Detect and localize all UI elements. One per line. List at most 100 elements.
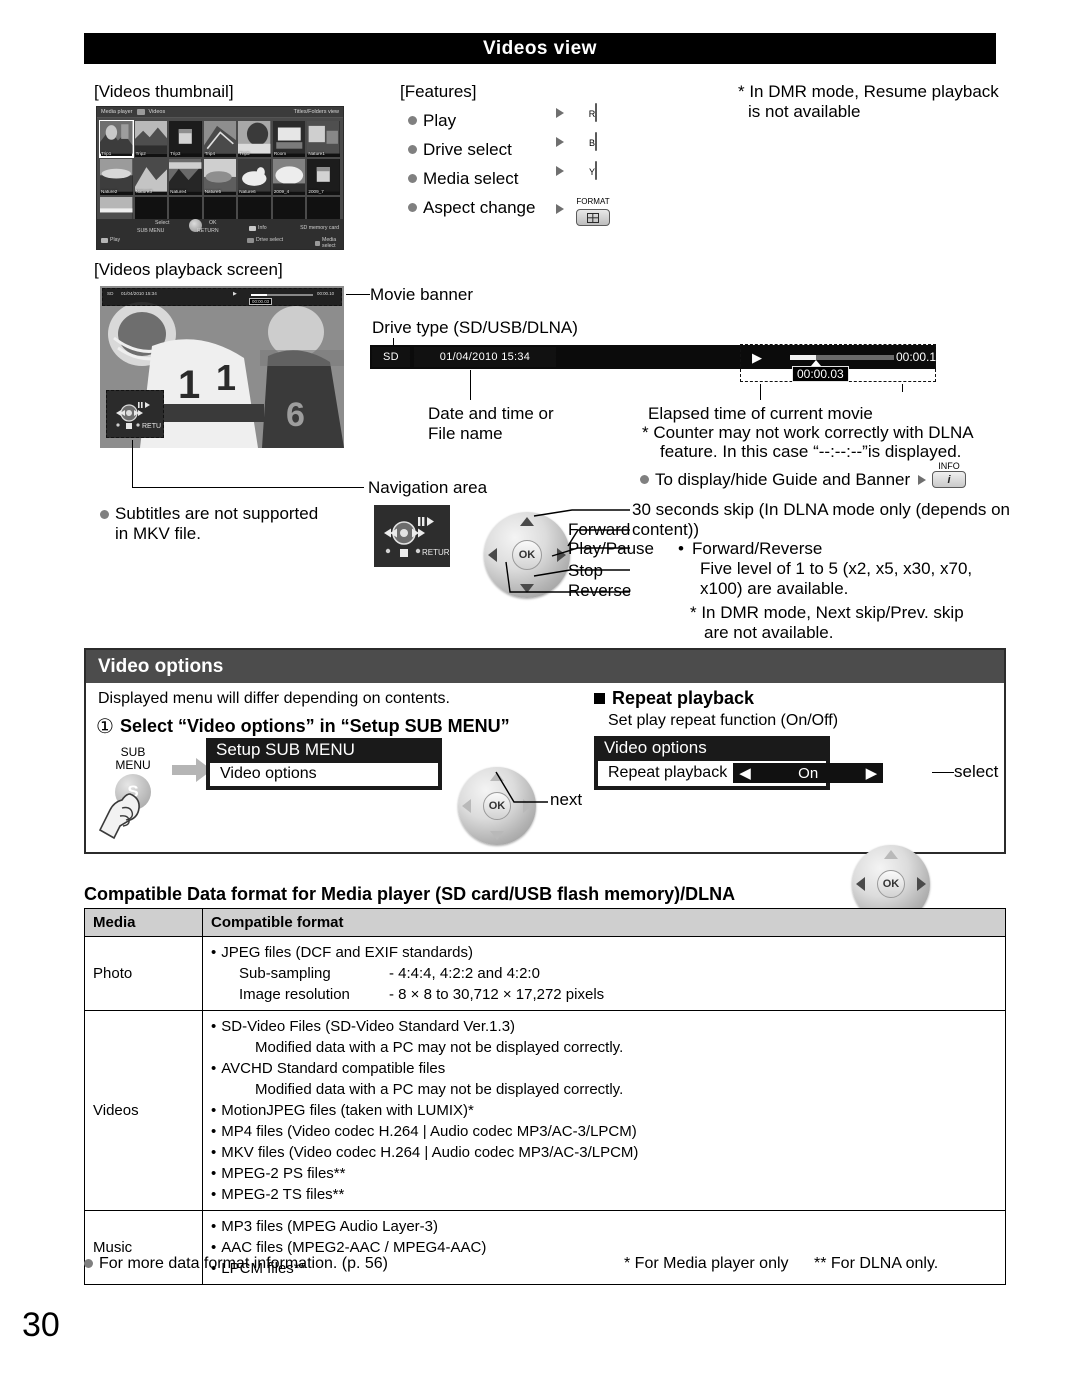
guide-media-label: SD memory card [300, 225, 339, 231]
feature-label: Media select [408, 169, 548, 189]
thumbnail-cell[interactable]: Nature5 [203, 159, 237, 195]
guide-media-select: Media select [315, 237, 343, 249]
format-line: • SD-Video Files (SD-Video Standard Ver.1… [211, 1018, 516, 1035]
elapsed-note-l2: feature. In this case “--:--:--”is displ… [660, 442, 962, 461]
format-line: Sub-sampling - 4:4:4, 4:2:2 and 4:2:0 [239, 965, 540, 982]
svg-text:6: 6 [286, 396, 305, 434]
dpad-callout-forward: Forward [568, 520, 631, 539]
playback-navigation-overlay: RETURN [106, 390, 164, 438]
dmr-skip-note-l1: * In DMR mode, Next skip/Prev. skip [690, 603, 964, 622]
thumbnail-caption: Trip3 [170, 151, 181, 156]
thumbnail-topbar: Media player Videos Titles/Folders view [97, 107, 343, 118]
dpad-left-icon[interactable] [462, 799, 471, 813]
format-line: • MotionJPEG files (taken with LUMIX)* [211, 1102, 474, 1119]
video-options-osd: Video options Repeat playback ◀ On ▶ [594, 736, 884, 790]
format-line: • MPEG-2 PS files** [211, 1165, 346, 1182]
dpad-up-icon[interactable] [884, 850, 898, 859]
videos-thumbnail-label: [Videos thumbnail] [94, 82, 234, 101]
thumbnail-view-label: Titles/Folders view [293, 109, 339, 115]
mini-progress-track [251, 294, 313, 296]
thumbnail-cell[interactable]: Trip2 [134, 121, 168, 157]
dpad-left-icon[interactable] [856, 877, 865, 891]
footnotes: For more data format information. (p. 56… [84, 1255, 1006, 1273]
feature-button-format[interactable]: FORMAT [556, 191, 616, 226]
dpad-left-icon[interactable] [488, 548, 497, 562]
dmr-resume-note-line1: * In DMR mode, Resume playback [738, 82, 999, 101]
svg-text:RETURN: RETURN [422, 548, 450, 557]
format-table: Media Compatible format Photo • JPEG file… [84, 908, 1006, 1285]
yellow-button-icon[interactable] [595, 161, 597, 180]
osd-title: Video options [604, 738, 707, 757]
thumbnail-cell[interactable]: Nature2 [100, 159, 133, 195]
feature-button-red[interactable]: R [556, 103, 616, 122]
dpad-down-icon[interactable] [490, 831, 504, 840]
thumbnail-cell[interactable]: Trip1 [99, 120, 134, 158]
format-line: Modified data with a PC may not be displ… [255, 1039, 624, 1056]
navigation-glyphs-icon: RETURN [116, 402, 161, 430]
svg-text:RETURN: RETURN [142, 423, 161, 430]
blue-button-icon[interactable] [595, 132, 597, 151]
mini-play-icon: ▶ [233, 291, 237, 297]
guide-drive-select: Drive select [247, 237, 283, 243]
arrow-right-icon [556, 108, 564, 118]
format-line: • MKV files (Video codec H.264 | Audio co… [211, 1144, 639, 1161]
format-line: Image resolution - 8 × 8 to 30,712 × 17,2… [239, 986, 605, 1003]
subtitles-note-l1: Subtitles are not supported [115, 504, 319, 523]
selector-left-arrow-icon[interactable]: ◀ [739, 764, 751, 782]
banner-total-time: 00:00.10 [896, 350, 943, 364]
column-header-media: Media [84, 908, 203, 937]
repeat-playback-value-selector[interactable]: ◀ On ▶ [733, 763, 884, 783]
thumbnail-caption: Nature4 [170, 189, 187, 194]
ok-button[interactable]: OK [877, 870, 905, 898]
table-header-row: Media Compatible format [84, 908, 1006, 937]
thumbnail-cell[interactable]: Trip4 [203, 121, 237, 157]
thumbnail-cell[interactable]: Room [272, 121, 306, 157]
thumbnail-cell[interactable]: Nature1 [307, 121, 340, 157]
hand-pointer-icon [98, 793, 140, 840]
format-table-title: Compatible Data format for Media player … [84, 884, 736, 904]
thumbnail-cell[interactable]: 2009_4 [272, 159, 306, 195]
bullet-icon [84, 1258, 93, 1268]
step-text: Select “Video options” in “Setup SUB MEN… [119, 716, 510, 736]
info-button[interactable]: INFO i [932, 462, 966, 488]
banner-date-time: 01/04/2010 15:34 [414, 347, 556, 367]
leader-line [346, 294, 370, 296]
red-button-icon[interactable] [595, 103, 598, 122]
select-label: select [954, 762, 999, 781]
navigation-glyphs-icon: RETURN [384, 517, 456, 557]
thumbnail-caption: Nature3 [135, 189, 152, 194]
leader-line [902, 384, 904, 392]
format-button-icon[interactable] [576, 209, 610, 226]
thumbnail-cell[interactable]: Nature6 [238, 159, 271, 195]
thumbnail-caption: Nature1 [308, 151, 325, 156]
thumbnail-cell[interactable]: Trip3 [169, 121, 202, 157]
sub-menu-cap-l2: MENU [115, 758, 151, 772]
guide-info: Info [249, 225, 267, 231]
mini-date-time: 01/04/2010 15:34 [121, 291, 157, 296]
thumbnail-caption: Trip2 [135, 151, 146, 156]
thumbnail-cell[interactable]: Nature3 [134, 159, 168, 195]
feature-button-yellow[interactable]: Y [556, 161, 616, 180]
next-label: next [550, 790, 583, 809]
elapsed-callout: Elapsed time of current movie [648, 404, 873, 423]
repeat-playback-heading: Repeat playback [594, 688, 754, 709]
banner-progress-track [790, 355, 894, 360]
thumbnail-cell[interactable]: 2009_7 [307, 159, 340, 195]
features-label: [Features] [400, 82, 477, 101]
footnote-star2: ** For DLNA only. [814, 1255, 939, 1272]
elapsed-note-l1: * Counter may not work correctly with DL… [642, 423, 974, 442]
osd-item-video-options[interactable]: Video options [210, 763, 438, 786]
format-line: • MPEG-2 TS files** [211, 1186, 345, 1203]
osd-item-repeat-playback[interactable]: Repeat playback ◀ On ▶ [598, 761, 884, 786]
thumbnail-caption: Nature6 [239, 189, 256, 194]
thumbnail-cell[interactable]: Trip5 [238, 121, 271, 157]
feature-button-blue[interactable]: B [556, 132, 616, 151]
thumbnail-cell[interactable]: Nature4 [169, 159, 202, 195]
dpad-right-icon[interactable] [917, 877, 926, 891]
guide-banner-note: To display/hide Guide and Banner [655, 470, 911, 489]
thumbnail-grid: Trip1 Trip2 Trip3 Trip4 Trip5 Room Natur… [97, 118, 343, 233]
videos-thumbnail-screen: Media player Videos Titles/Folders view … [96, 106, 344, 250]
format-line: • MP4 files (Video codec H.264 | Audio co… [211, 1123, 637, 1140]
selector-right-arrow-icon[interactable]: ▶ [866, 764, 878, 782]
drive-type-callout: Drive type (SD/USB/DLNA) [372, 318, 578, 337]
